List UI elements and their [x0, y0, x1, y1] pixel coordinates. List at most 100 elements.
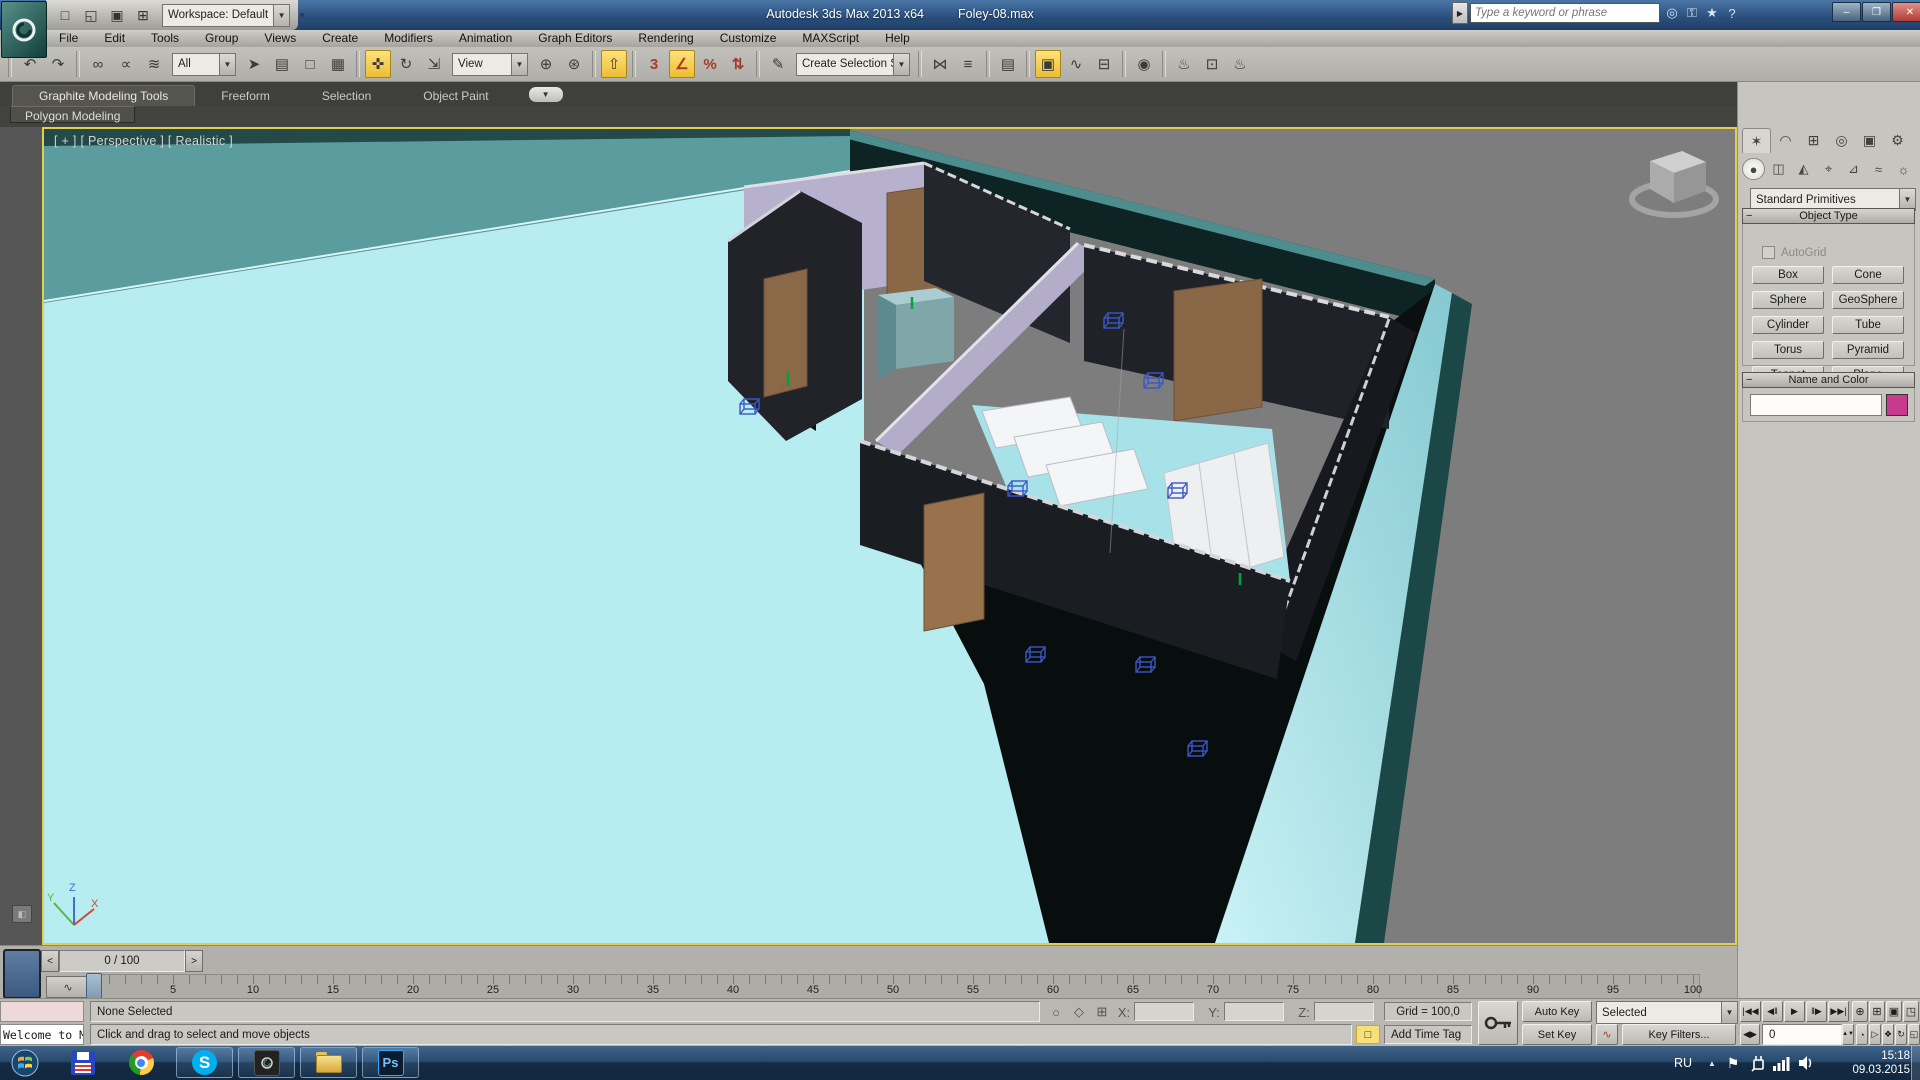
snaps-toggle-icon[interactable]: 3	[641, 50, 667, 78]
unlink-selection-icon[interactable]: ∝	[113, 50, 139, 78]
primitive-button-geosphere[interactable]: GeoSphere	[1832, 291, 1904, 309]
viewport-label[interactable]: [ + ] [ Perspective ] [ Realistic ]	[54, 134, 233, 148]
primitive-button-sphere[interactable]: Sphere	[1752, 291, 1824, 309]
z-coord-field[interactable]	[1314, 1002, 1374, 1021]
ribbon-tab-graphite-modeling-tools[interactable]: Graphite Modeling Tools	[12, 85, 195, 106]
layer-explorer-icon[interactable]: ▣	[1035, 50, 1061, 78]
time-config-icon[interactable]: ◔	[1856, 1024, 1868, 1045]
select-link-icon[interactable]: ∞	[85, 50, 111, 78]
material-editor-icon[interactable]: ◉	[1131, 50, 1157, 78]
shapes-category-icon[interactable]: ◫	[1767, 158, 1790, 180]
sign-in-key-icon[interactable]: ⚿	[1682, 3, 1702, 23]
select-move-icon[interactable]: ✜	[365, 50, 391, 78]
selection-lock-icon[interactable]: ◇	[1069, 1002, 1089, 1022]
named-selection-sets-dropdown[interactable]: Create Selection Se▼	[796, 53, 910, 76]
next-frame-button[interactable]: >	[185, 950, 203, 972]
x-coord-field[interactable]	[1134, 1002, 1194, 1021]
start-button[interactable]	[2, 1047, 48, 1078]
search-input[interactable]	[1470, 3, 1660, 23]
bind-spacewarp-icon[interactable]: ≋	[141, 50, 167, 78]
help-icon[interactable]: ?	[1722, 3, 1742, 23]
play-selected-icon[interactable]: ▷	[1869, 1024, 1881, 1045]
rendered-frame-icon[interactable]: ⊡	[1199, 50, 1225, 78]
taskbar-photoshop[interactable]: Ps	[362, 1047, 419, 1078]
helpers-category-icon[interactable]: ⊿	[1842, 158, 1865, 180]
zoom-all-icon[interactable]: ⊞	[1869, 1001, 1885, 1022]
tray-chevron-icon[interactable]: ▲	[1704, 1056, 1720, 1070]
time-slider-handle[interactable]	[86, 973, 102, 1001]
schematic-view-icon[interactable]: ⊟	[1091, 50, 1117, 78]
utilities-tab-icon[interactable]: ⚙	[1884, 128, 1911, 152]
ribbon-tab-freeform[interactable]: Freeform	[195, 86, 296, 106]
zoom-extents-icon[interactable]: ▣	[1886, 1001, 1902, 1022]
spacewarps-category-icon[interactable]: ≈	[1867, 158, 1890, 180]
select-manipulate-icon[interactable]: ⊛	[561, 50, 587, 78]
new-file-icon[interactable]: □	[54, 4, 76, 26]
menu-create[interactable]: Create	[309, 30, 371, 47]
select-by-name-icon[interactable]: ▤	[269, 50, 295, 78]
default-tangents-button[interactable]: ∿	[1596, 1024, 1618, 1045]
cameras-category-icon[interactable]: ⌖	[1817, 158, 1840, 180]
select-rotate-icon[interactable]: ↻	[393, 50, 419, 78]
frame-spinner[interactable]: ▲▼	[1842, 1024, 1854, 1045]
percent-snap-icon[interactable]: %	[697, 50, 723, 78]
minimize-button[interactable]: –	[1832, 2, 1861, 22]
close-button[interactable]: ✕	[1892, 2, 1920, 22]
lights-category-icon[interactable]: ◭	[1792, 158, 1815, 180]
mini-curve-editor-button[interactable]: ∿	[46, 976, 90, 998]
taskbar-clock[interactable]: 15:18 09.03.2015	[1826, 1048, 1910, 1078]
layer-manager-icon[interactable]: ▤	[995, 50, 1021, 78]
go-start-icon[interactable]: |◀◀	[1740, 1001, 1761, 1022]
speaker-icon[interactable]	[1796, 1052, 1816, 1074]
select-scale-icon[interactable]: ⇲	[421, 50, 447, 78]
rect-selection-region-icon[interactable]: □	[297, 50, 323, 78]
menu-animation[interactable]: Animation	[446, 30, 525, 47]
ribbon-tab-object-paint[interactable]: Object Paint	[397, 86, 514, 106]
zoom-icon[interactable]: ⊕	[1852, 1001, 1868, 1022]
taskbar-explorer[interactable]	[300, 1047, 357, 1078]
window-crossing-icon[interactable]: ▦	[325, 50, 351, 78]
mirror-icon[interactable]: ⋈	[927, 50, 953, 78]
track-bar[interactable]: 0510152025303540455055606570758085909510…	[92, 974, 1700, 999]
action-center-flag-icon[interactable]: ⚑	[1724, 1051, 1742, 1075]
curve-editor-icon[interactable]: ∿	[1063, 50, 1089, 78]
angle-snap-icon[interactable]: ∠	[669, 50, 695, 78]
geometry-category-icon[interactable]: ●	[1742, 158, 1765, 180]
primitive-button-cylinder[interactable]: Cylinder	[1752, 316, 1824, 334]
spinner-snap-icon[interactable]: ⇅	[725, 50, 751, 78]
project-folder-icon[interactable]: ⊞	[132, 4, 154, 26]
modify-tab-icon[interactable]: ◠	[1772, 128, 1799, 152]
primitive-button-torus[interactable]: Torus	[1752, 341, 1824, 359]
network-signal-icon[interactable]	[1772, 1052, 1792, 1074]
selection-filter-dropdown[interactable]: All▼	[172, 53, 236, 76]
show-desktop-button[interactable]	[1911, 1046, 1920, 1080]
ribbon-collapse-icon[interactable]: ◧	[12, 905, 32, 923]
menu-maxscript[interactable]: MAXScript	[789, 30, 872, 47]
power-plug-icon[interactable]	[1748, 1052, 1768, 1074]
open-file-icon[interactable]: ◱	[80, 4, 102, 26]
time-slider-value[interactable]: 0 / 100	[59, 950, 185, 972]
play-icon[interactable]: ▶	[1784, 1001, 1805, 1022]
maxscript-mini-listener-input[interactable]	[0, 1001, 84, 1022]
language-indicator[interactable]: RU	[1668, 1050, 1698, 1076]
next-frame-icon[interactable]: ‖▶	[1806, 1001, 1827, 1022]
taskbar-save-app[interactable]	[60, 1047, 106, 1078]
ribbon-overflow-button[interactable]: ▼	[529, 87, 563, 102]
select-object-icon[interactable]: ➤	[241, 50, 267, 78]
qat-overflow-icon[interactable]: ▼	[298, 11, 306, 20]
maxscript-mini-listener-output[interactable]: Welcome to M	[0, 1024, 84, 1045]
key-filters-button[interactable]: Key Filters...	[1622, 1024, 1736, 1045]
object-name-field[interactable]	[1750, 394, 1882, 416]
workspace-dropdown[interactable]: Workspace: Default ▼	[162, 4, 290, 27]
time-tag-icon[interactable]: □	[1356, 1025, 1380, 1044]
max-logo-button[interactable]	[1, 1, 47, 58]
absolute-offset-icon[interactable]: ⊞	[1092, 1002, 1112, 1022]
ribbon-tab-selection[interactable]: Selection	[296, 86, 397, 106]
render-setup-icon[interactable]: ♨	[1171, 50, 1197, 78]
hierarchy-tab-icon[interactable]: ⊞	[1800, 128, 1827, 152]
maximize-viewport-icon[interactable]: ◱	[1908, 1024, 1920, 1045]
display-tab-icon[interactable]: ▣	[1856, 128, 1883, 152]
menu-file[interactable]: File	[46, 30, 91, 47]
redo-icon[interactable]: ↷	[45, 50, 71, 78]
object-type-rollout-header[interactable]: − Object Type	[1742, 208, 1915, 224]
